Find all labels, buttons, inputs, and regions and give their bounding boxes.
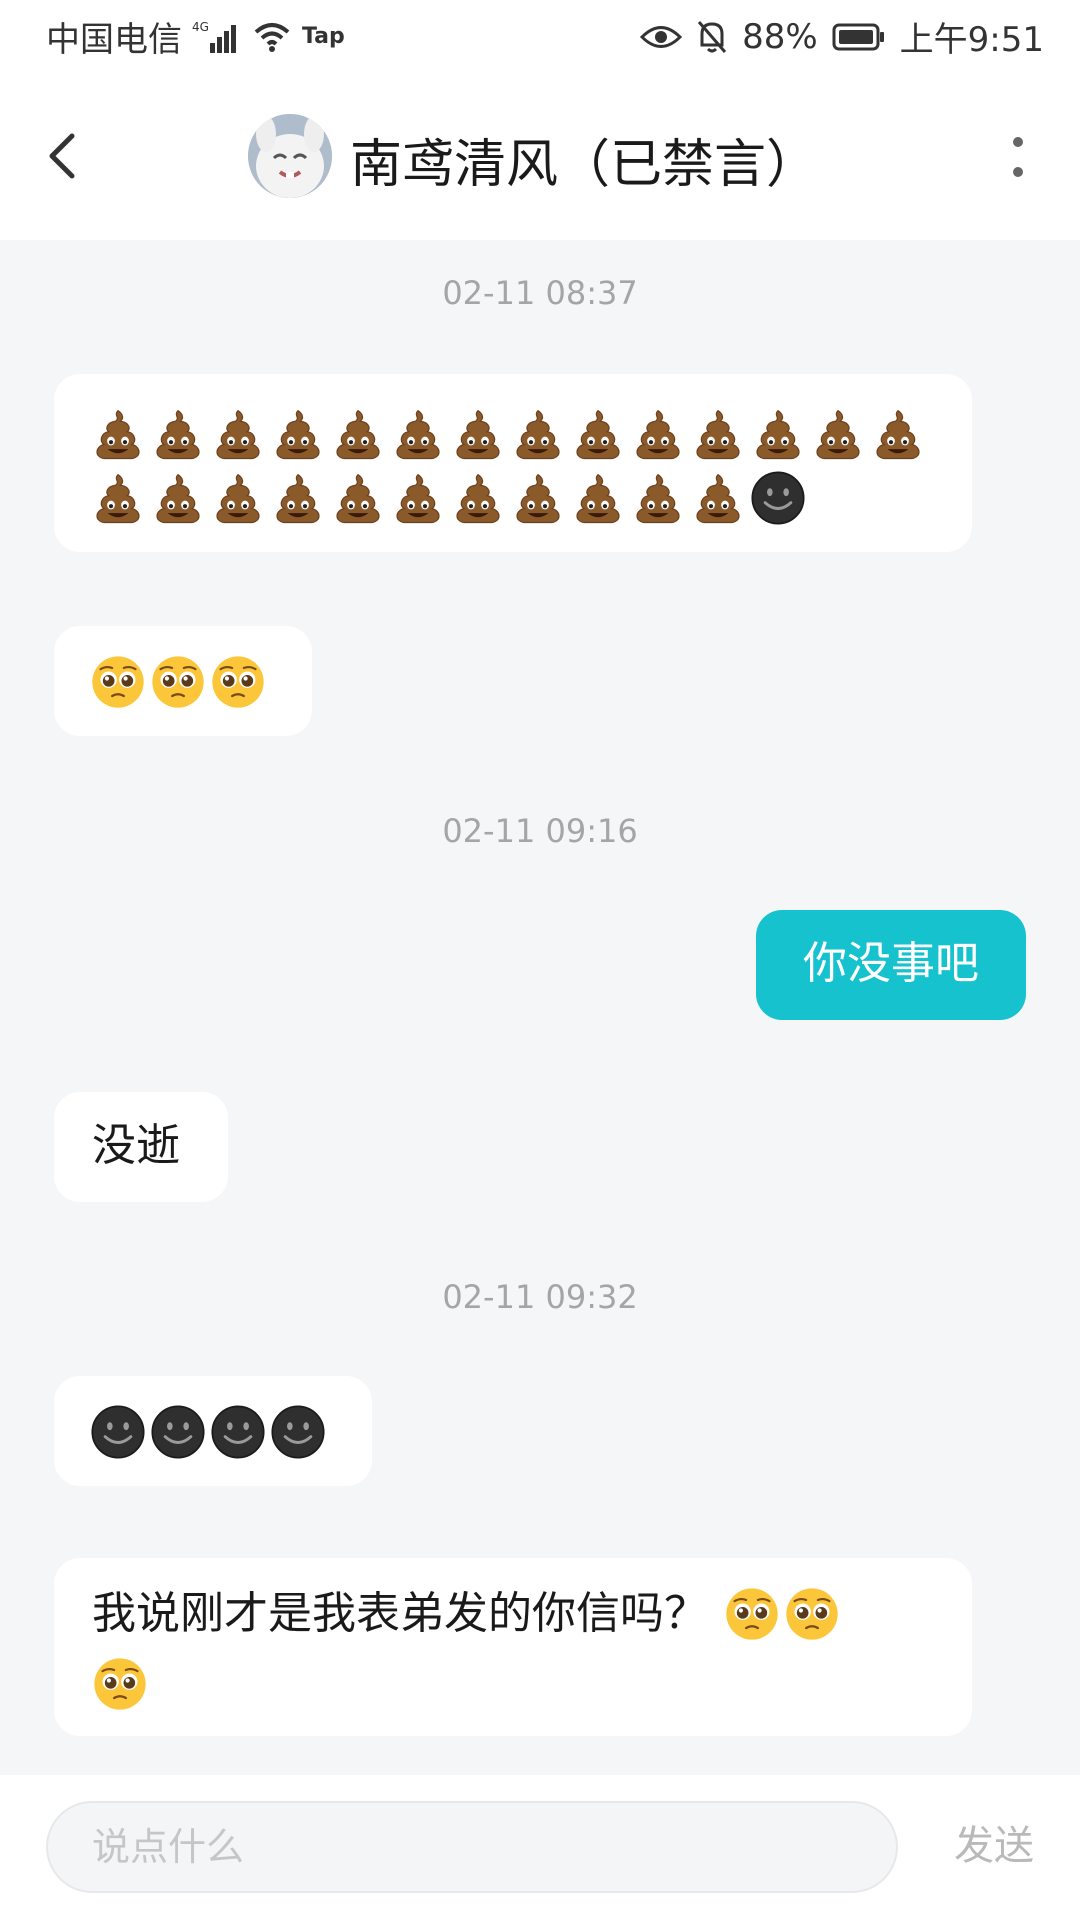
poop-emoji [90, 470, 146, 526]
status-bar: 中国电信 4G Tap 88% 上午9:51 [0, 0, 1080, 72]
poop-emoji [510, 470, 566, 526]
poop-emoji [870, 406, 926, 462]
composer-bar: 说点什么 发送 [0, 1775, 1080, 1920]
message-bubble-incoming[interactable]: 没逝 [54, 1092, 228, 1202]
poop-emoji [510, 406, 566, 462]
new-moon-face-emoji [210, 1404, 266, 1460]
new-moon-face-emoji [750, 470, 806, 526]
clock: 上午9:51 [899, 20, 1044, 60]
poop-emoji [90, 406, 146, 462]
carrier-label: 中国电信 [46, 20, 182, 60]
message-bubble-incoming[interactable]: 我说刚才是我表弟发的你信吗？ [54, 1558, 972, 1736]
more-vertical-icon[interactable] [1008, 128, 1028, 188]
poop-emoji [570, 406, 626, 462]
message-bubble-incoming[interactable] [54, 626, 312, 736]
poop-emoji [450, 406, 506, 462]
poop-emoji [330, 406, 386, 462]
message-bubble-outgoing[interactable]: 你没事吧 [756, 910, 1026, 1020]
poop-emoji [570, 470, 626, 526]
chat-title: 南鸢清风（已禁言） [350, 135, 819, 195]
chat-header: 南鸢清风（已禁言） [0, 72, 1080, 240]
poop-emoji [450, 470, 506, 526]
pleading-face-emoji [90, 654, 146, 710]
signal-icon: 4G [192, 19, 242, 55]
eye-icon [640, 22, 683, 52]
new-moon-face-emoji [270, 1404, 326, 1460]
poop-emoji [390, 470, 446, 526]
timestamp: 02-11 08:37 [442, 274, 638, 312]
poop-emoji [270, 470, 326, 526]
battery-icon [832, 22, 886, 52]
poop-emoji [630, 406, 686, 462]
wifi-icon [252, 20, 292, 54]
timestamp: 02-11 09:32 [442, 1278, 638, 1316]
emoji-row [724, 1586, 840, 1642]
pleading-face-emoji [784, 1586, 840, 1642]
emoji-row [92, 1652, 934, 1716]
message-list[interactable]: 02-11 08:37 02-11 09:16 你没事吧 没逝 02-11 09… [0, 240, 1080, 1770]
poop-emoji [810, 406, 866, 462]
back-arrow-icon[interactable] [40, 124, 88, 188]
battery-percent: 88% [742, 16, 818, 57]
bell-off-icon [696, 19, 728, 55]
pleading-face-emoji [150, 654, 206, 710]
message-bubble-incoming[interactable] [54, 1376, 372, 1486]
timestamp: 02-11 09:16 [442, 812, 638, 850]
emoji-row [90, 402, 936, 466]
poop-emoji [210, 470, 266, 526]
poop-emoji [690, 406, 746, 462]
pleading-face-emoji [92, 1656, 148, 1712]
message-input[interactable]: 说点什么 [46, 1801, 898, 1893]
poop-emoji [690, 470, 746, 526]
poop-emoji [330, 470, 386, 526]
poop-emoji [270, 406, 326, 462]
new-moon-face-emoji [150, 1404, 206, 1460]
message-text: 我说刚才是我表弟发的你信吗？ [92, 1588, 708, 1639]
poop-emoji [630, 470, 686, 526]
send-button[interactable]: 发送 [954, 1813, 1034, 1871]
message-bubble-incoming[interactable] [54, 374, 972, 552]
poop-emoji [750, 406, 806, 462]
emoji-row [90, 650, 276, 714]
poop-emoji [210, 406, 266, 462]
svg-text:4G: 4G [192, 20, 209, 34]
pleading-face-emoji [724, 1586, 780, 1642]
app-badge: Tap [302, 24, 345, 49]
poop-emoji [150, 470, 206, 526]
avatar[interactable] [248, 114, 332, 198]
pleading-face-emoji [210, 654, 266, 710]
emoji-row [90, 1400, 336, 1464]
poop-emoji [390, 406, 446, 462]
emoji-row [90, 466, 936, 530]
poop-emoji [150, 406, 206, 462]
new-moon-face-emoji [90, 1404, 146, 1460]
